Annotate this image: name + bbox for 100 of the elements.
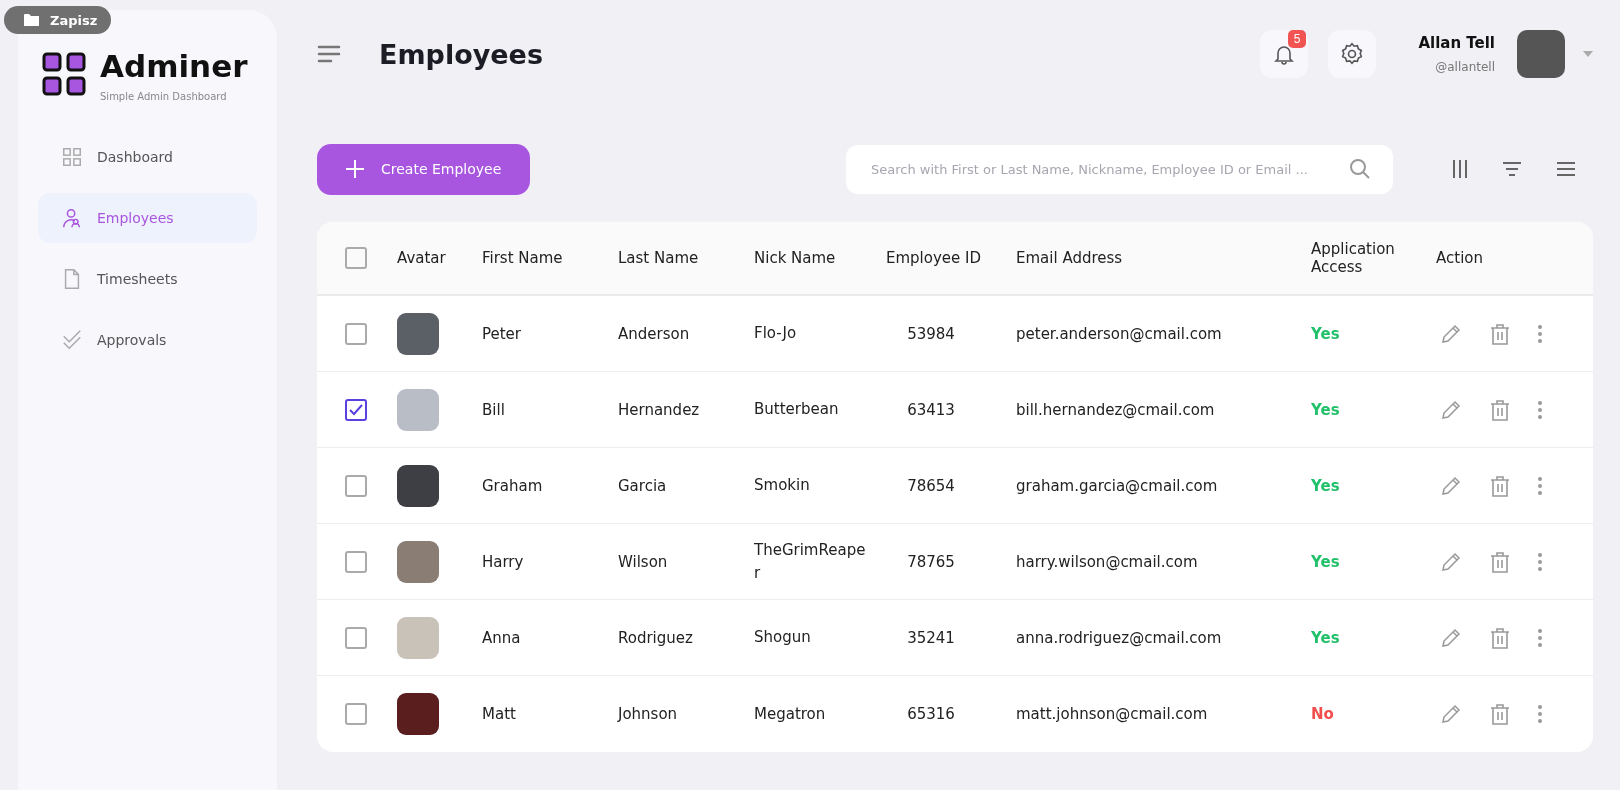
avatar-photo-placeholder [397,693,439,735]
avatar-photo-placeholder [397,616,439,659]
first-name-cell: Graham [482,448,618,524]
first-name-cell: Anna [482,600,618,676]
employee-id-cell: 35241 [886,600,1016,676]
caret-icon[interactable] [1583,51,1593,57]
sidebar-item[interactable]: Approvals [38,315,257,365]
column-header: Action [1436,222,1593,296]
avatar-photo-placeholder [397,388,439,431]
sidebar-item[interactable]: Timesheets [38,254,257,304]
search-field[interactable]: Search with First or Last Name, Nickname, Employee ID or Email ... [846,144,1393,194]
employee-id-cell-text: 65316 [906,704,956,725]
first-name-cell: Peter [482,296,618,372]
trash-icon[interactable] [1490,703,1510,725]
access-status: Yes [1311,372,1436,448]
columns-icon[interactable] [1452,159,1468,179]
brand-tagline: Simple Admin Dashboard [100,91,228,102]
more-icon[interactable] [1538,324,1542,343]
email-cell: harry.wilson@cmail.com [1016,524,1311,600]
settings-button[interactable] [1328,30,1377,78]
last-name-cell: Wilson [618,524,754,600]
first-name-cell: Bill [482,372,618,448]
more-icon[interactable] [1538,476,1542,495]
sidebar-item[interactable]: Employees [38,193,257,243]
access-status: Yes [1311,524,1436,600]
last-name-cell-text: Johnson [618,704,679,725]
email-cell: anna.rodriguez@cmail.com [1016,600,1311,676]
nickname-cell: Smokin [754,448,886,524]
notifications-button[interactable]: 5 [1260,30,1309,78]
column-header: Application Access [1311,222,1436,296]
user-icon [61,207,83,229]
employee-id-cell: 63413 [886,372,1016,448]
column-header: Last Name [618,222,754,296]
email-cell: bill.hernandez@cmail.com [1016,372,1311,448]
sidebar-item[interactable]: Dashboard [38,132,257,182]
avatar-photo-placeholder [397,312,439,355]
edit-icon[interactable] [1440,703,1462,725]
trash-icon[interactable] [1490,322,1510,345]
employee-id-cell: 78765 [886,524,1016,600]
page-title: Employees [379,38,543,70]
email-cell: graham.garcia@cmail.com [1016,448,1311,524]
user-avatar[interactable] [1517,30,1565,78]
checkbox[interactable] [345,626,367,649]
first-name-cell: Harry [482,524,618,600]
more-icon[interactable] [1538,400,1542,419]
last-name-cell: Anderson [618,296,754,372]
column-header: Email Address [1016,222,1311,296]
edit-icon[interactable] [1440,626,1462,649]
grid-icon [61,146,83,168]
edit-icon[interactable] [1440,322,1462,345]
plus-icon [345,159,365,179]
edit-icon[interactable] [1440,474,1462,497]
trash-icon[interactable] [1490,474,1510,497]
more-icon[interactable] [1538,552,1542,571]
checkbox[interactable] [345,550,367,573]
folder-icon [24,13,40,27]
column-header: Nick Name [754,222,886,296]
logo-icon [42,52,86,96]
first-name-cell-text: Matt [482,704,517,725]
edit-icon[interactable] [1440,398,1462,421]
nickname-cell: Shogun [754,600,886,676]
list-icon[interactable] [1556,161,1576,177]
menu-icon[interactable] [317,45,341,63]
last-name-cell: Garcia [618,448,754,524]
trash-icon[interactable] [1490,550,1510,573]
user-handle: @allantell [1434,60,1495,74]
checkmark-icon [349,403,363,416]
user-name: Allan Tell [1418,34,1495,52]
last-name-cell: Rodriguez [618,600,754,676]
search-icon[interactable] [1349,157,1371,180]
nickname-cell-text: Megatron [754,703,827,725]
checkbox[interactable] [345,703,367,725]
column-header: Avatar [397,222,482,296]
access-status: Yes [1311,448,1436,524]
brand-name: Adminer [100,48,248,84]
checkbox[interactable] [345,474,367,497]
email-cell: peter.anderson@cmail.com [1016,296,1311,372]
access-status: Yes [1311,600,1436,676]
filter-icon[interactable] [1502,161,1522,177]
nickname-cell: Butterbean [754,372,886,448]
save-button[interactable]: Zapisz [4,6,112,34]
email-cell-text: matt.johnson@cmail.com [1016,704,1209,725]
checkbox[interactable] [345,322,367,345]
employee-id-cell: 53984 [886,296,1016,372]
notification-badge: 5 [1287,30,1307,48]
last-name-cell: Hernandez [618,372,754,448]
trash-icon[interactable] [1490,398,1510,421]
employee-id-cell: 78654 [886,448,1016,524]
create-employee-button[interactable]: Create Employee [317,143,531,195]
access-status: Yes [1311,296,1436,372]
nickname-cell: Flo-Jo [754,296,886,372]
checkbox[interactable] [345,398,367,421]
column-header: Employee ID [886,222,1016,296]
trash-icon[interactable] [1490,626,1510,649]
nickname-cell: TheGrimReaper [754,524,886,600]
more-icon[interactable] [1538,628,1542,647]
checkbox[interactable] [345,247,367,269]
edit-icon[interactable] [1440,550,1462,573]
more-icon[interactable] [1538,705,1542,723]
double-check-icon [61,329,83,351]
